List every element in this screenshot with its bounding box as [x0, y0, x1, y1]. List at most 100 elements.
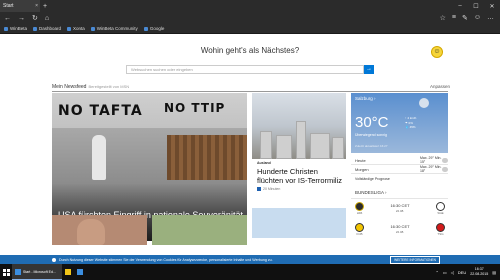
tab-bar: Start × + – ☐ ✕: [0, 0, 500, 12]
start-button[interactable]: [0, 264, 12, 280]
favicon-icon: [90, 26, 95, 31]
team-name: FCB: [356, 231, 363, 236]
news-tile[interactable]: [252, 208, 346, 238]
graffiti-text: NO TAFTA: [58, 103, 143, 119]
clock[interactable]: 16:37 22.08.2015: [470, 267, 488, 276]
forecast-day: Heute: [355, 157, 366, 163]
weather-updated: Zuletzt aktualisiert 16:27: [355, 144, 388, 148]
team-name: H96: [356, 210, 363, 215]
home-icon[interactable]: ⌂: [45, 15, 49, 22]
favorite-label: Dashboard: [39, 26, 62, 31]
tab-close-icon[interactable]: ×: [35, 3, 38, 9]
news-category: Ausland: [257, 161, 271, 165]
team-name: TSG: [437, 231, 444, 236]
forecast-row: Heute Max. 29° Min. 15°: [351, 156, 448, 165]
nav-right-icons: ☆ ≡ ✎ ☺ …: [440, 14, 500, 22]
home-team: FCB: [355, 222, 364, 236]
maximize-button[interactable]: ☐: [468, 0, 484, 12]
close-window-button[interactable]: ✕: [484, 0, 500, 12]
team-crest-icon: [355, 222, 364, 232]
start-page: Wohin geht's als Nächstes? ☺ Websuchen s…: [0, 34, 500, 264]
favorite-label: WinBeta: [10, 26, 28, 31]
graffiti-text: NO TTIP: [164, 101, 226, 115]
news-tile[interactable]: [152, 215, 247, 245]
team-crest-icon: [436, 201, 445, 211]
clock-date: 22.08.2015: [470, 272, 489, 276]
more-icon[interactable]: …: [487, 14, 494, 22]
forecast-day: Morgen: [355, 166, 369, 172]
reading-view-icon[interactable]: ☆: [440, 14, 446, 22]
full-forecast-link[interactable]: Vollständige Prognose: [351, 174, 448, 183]
taskbar-pinned-button[interactable]: [74, 264, 86, 280]
info-icon: [52, 257, 56, 262]
network-icon[interactable]: ▭: [443, 270, 447, 275]
new-tab-button[interactable]: +: [40, 0, 50, 12]
more-info-button[interactable]: WEITERE INFORMATIONEN: [390, 255, 440, 264]
favicon-icon: [4, 26, 8, 31]
news-image-person: [77, 219, 105, 245]
refresh-icon[interactable]: ↻: [32, 14, 38, 22]
favorite-link[interactable]: WinBeta Community: [90, 26, 138, 31]
favorite-link[interactable]: Google: [143, 26, 165, 31]
taskbar-app-label: Start - Microsoft Ed...: [23, 269, 56, 274]
windows-logo-icon: [2, 268, 10, 276]
weather-temperature: 30°C: [355, 114, 389, 131]
match-row[interactable]: FCB 16:30 CET 22.08. TSG: [355, 220, 445, 238]
share-icon[interactable]: ☺: [474, 14, 481, 22]
hero-image-person: [92, 135, 106, 180]
favorite-link[interactable]: Xonta: [67, 26, 85, 31]
favorite-link[interactable]: Dashboard: [33, 26, 61, 31]
match-info: 16:30 CET 22.08.: [364, 224, 436, 234]
taskbar: Start - Microsoft Ed... ⌃ ▭ ◁ DEU 16:37 …: [0, 264, 500, 280]
back-arrow-icon[interactable]: ←: [4, 15, 11, 22]
web-note-icon[interactable]: ✎: [462, 14, 468, 22]
newsfeed-title: Mein Newsfeed Bereitgestellt von MSN: [52, 84, 129, 90]
team-name: SGE: [437, 210, 444, 215]
tab-title: Start: [3, 3, 14, 9]
weather-card[interactable]: Salzburg › 30°C ↑ 4 km/h ☂ 0% 💧 45% Über…: [351, 93, 448, 153]
away-team: SGE: [436, 201, 445, 215]
cloud-icon: [442, 157, 448, 163]
match-date: 22.08.: [395, 208, 405, 213]
favicon-icon: [67, 26, 72, 31]
weather-stats: ↑ 4 km/h ☂ 0% 💧 45%: [405, 116, 416, 130]
avatar-icon[interactable]: ☺: [431, 46, 443, 58]
team-crest-icon: [355, 201, 364, 211]
weather-city[interactable]: Salzburg ›: [355, 96, 376, 101]
notification-icon[interactable]: ⌃: [436, 270, 439, 275]
navigation-bar: ← → ↻ ⌂ ☆ ≡ ✎ ☺ …: [0, 12, 500, 24]
forward-arrow-icon[interactable]: →: [18, 15, 25, 22]
news-tile[interactable]: [52, 215, 147, 245]
page-heading: Wohin geht's als Nächstes?: [200, 46, 300, 55]
news-headline[interactable]: Hunderte Christen flüchten vor IS-Terror…: [257, 167, 343, 185]
cookie-banner: Durch Nutzung dieser Website stimmen Sie…: [0, 255, 500, 264]
search-button[interactable]: →: [364, 65, 374, 74]
match-info: 16:30 CET 22.08.: [364, 203, 436, 213]
match-date: 22.08.: [395, 229, 405, 234]
wind-stat: ↑ 4 km/h: [405, 116, 417, 120]
match-row[interactable]: H96 16:30 CET 22.08. SGE: [355, 199, 445, 217]
favorite-label: Xonta: [73, 26, 85, 31]
window-controls: – ☐ ✕: [452, 0, 500, 12]
away-team: TSG: [436, 222, 445, 236]
minimize-button[interactable]: –: [452, 0, 468, 12]
volume-icon[interactable]: ◁: [451, 270, 454, 275]
bundesliga-card[interactable]: BUNDESLIGA › H96 16:30 CET 22.08. SGE FCB…: [351, 187, 448, 249]
source-logo-icon: [257, 187, 261, 191]
browser-window: Start × + – ☐ ✕ ← → ↻ ⌂ ☆ ≡ ✎ ☺ … WinBet…: [0, 0, 500, 280]
tab-start[interactable]: Start ×: [0, 0, 40, 12]
search-input[interactable]: Websuchen suchen oder eingeben: [126, 65, 364, 74]
taskbar-edge-button[interactable]: Start - Microsoft Ed...: [12, 264, 62, 280]
news-source: 20 Minuten: [257, 187, 280, 191]
forecast-temps: Max. 29° Min. 18°: [420, 165, 442, 173]
bundesliga-title[interactable]: BUNDESLIGA ›: [351, 187, 448, 199]
favorite-link[interactable]: WinBeta: [4, 26, 27, 31]
taskbar-pinned-button[interactable]: [62, 264, 74, 280]
action-center-icon[interactable]: ▤: [492, 270, 496, 275]
language-indicator[interactable]: DEU: [458, 270, 466, 275]
hub-icon[interactable]: ≡: [452, 14, 456, 22]
favorite-label: Google: [149, 26, 165, 31]
customize-link[interactable]: Anpassen: [430, 84, 450, 89]
newsfeed-label: Mein Newsfeed: [52, 84, 87, 90]
system-tray: ⌃ ▭ ◁ DEU 16:37 22.08.2015 ▤: [436, 267, 500, 276]
